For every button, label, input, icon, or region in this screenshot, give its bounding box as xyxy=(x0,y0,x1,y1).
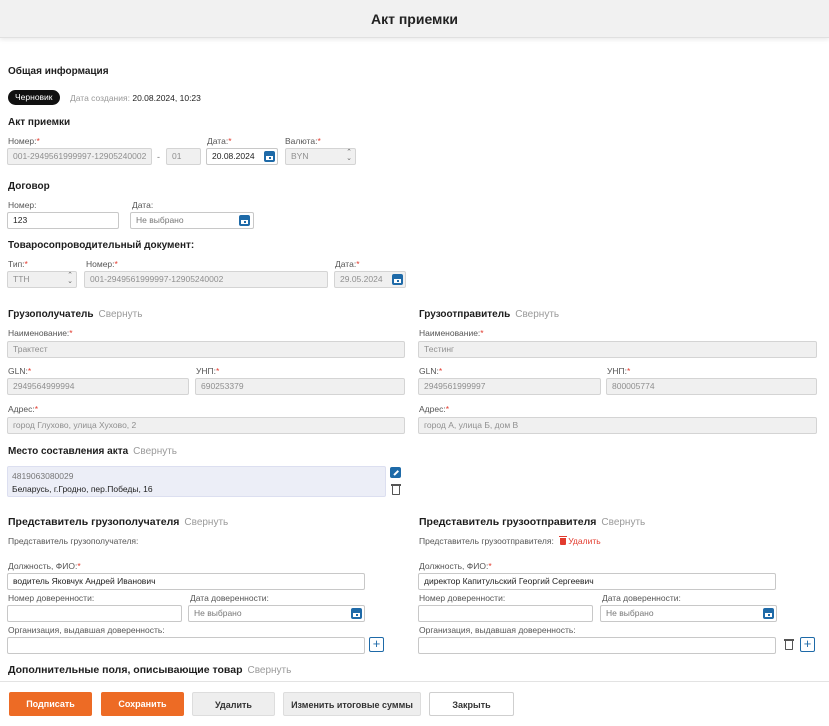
extra-fields-heading: Дополнительные поля, описывающие товар Св… xyxy=(8,664,292,676)
calendar-icon[interactable] xyxy=(763,608,774,619)
consignee-gln-label: GLN:* xyxy=(8,366,32,376)
consignee-collapse-link[interactable]: Свернуть xyxy=(99,309,143,320)
consignee-name-label: Наименование:* xyxy=(8,328,73,338)
place-code: 4819063080029 xyxy=(12,471,74,481)
consignor-collapse-link[interactable]: Свернуть xyxy=(515,309,559,320)
consignee-address-label: Адрес:* xyxy=(8,404,39,414)
calendar-icon[interactable] xyxy=(264,151,275,162)
general-info-heading: Общая информация xyxy=(8,66,109,77)
extra-fields-collapse-link[interactable]: Свернуть xyxy=(247,665,291,676)
consignor-name-label: Наименование:* xyxy=(419,328,484,338)
save-button[interactable]: Сохранить xyxy=(101,692,184,716)
rep-consignor-poa-number-input[interactable] xyxy=(418,605,593,622)
consignee-name-input[interactable]: Трактест xyxy=(7,341,405,358)
contract-date-label: Дата: xyxy=(132,200,154,210)
rep-consignee-poa-date-input[interactable]: Не выбрано xyxy=(188,605,365,622)
rep-consignee-position-input[interactable]: водитель Яковчук Андрей Иванович xyxy=(7,573,365,590)
rep-consignor-position-label: Должность, ФИО:* xyxy=(419,561,492,571)
ttn-heading: Товаросопроводительный документ: xyxy=(8,240,195,251)
consignor-name-input[interactable]: Тестинг xyxy=(418,341,817,358)
act-number-separator: - xyxy=(157,152,160,162)
consignee-unp-label: УНП:* xyxy=(196,366,220,376)
consignor-address-label: Адрес:* xyxy=(419,404,450,414)
consignor-gln-label: GLN:* xyxy=(419,366,443,376)
consignor-unp-input[interactable]: 800005774 xyxy=(606,378,817,395)
ttn-number-input[interactable]: 001-2949561999997-12905240002 xyxy=(84,271,328,288)
rep-consignee-org-input[interactable] xyxy=(7,637,365,654)
act-heading: Акт приемки xyxy=(8,117,71,128)
status-badge: Черновик xyxy=(8,90,60,105)
place-collapse-link[interactable]: Свернуть xyxy=(133,446,177,457)
created-date: Дата создания: 20.08.2024, 10:23 xyxy=(70,93,201,103)
consignor-address-input[interactable]: город А, улица Б, дом В xyxy=(418,417,817,434)
rep-consignor-org-label: Организация, выдавшая доверенность: xyxy=(419,625,576,635)
select-arrows-icon: ⌃ ⌄ xyxy=(346,149,352,162)
created-date-label: Дата создания: xyxy=(70,93,130,103)
act-number-label: Номер:* xyxy=(8,136,40,146)
edit-icon[interactable] xyxy=(390,467,401,478)
rep-consignee-collapse-link[interactable]: Свернуть xyxy=(184,517,228,528)
currency-label: Валюта:* xyxy=(285,136,321,146)
contract-number-label: Номер: xyxy=(8,200,37,210)
rep-consignor-collapse-link[interactable]: Свернуть xyxy=(601,517,645,528)
delete-button[interactable]: Удалить xyxy=(192,692,275,716)
rep-consignee-heading: Представитель грузополучателя Свернуть xyxy=(8,516,229,528)
trash-icon[interactable] xyxy=(391,484,401,495)
rep-consignee-position-label: Должность, ФИО:* xyxy=(8,561,81,571)
rep-consignee-subtitle: Представитель грузополучателя: xyxy=(8,536,139,546)
consignor-unp-label: УНП:* xyxy=(607,366,631,376)
ttn-number-label: Номер:* xyxy=(86,259,118,269)
act-number-suffix-input[interactable]: 01 xyxy=(166,148,201,165)
consignor-gln-input[interactable]: 2949561999997 xyxy=(418,378,601,395)
sign-button[interactable]: Подписать xyxy=(9,692,92,716)
consignee-gln-input[interactable]: 2949564999994 xyxy=(7,378,189,395)
change-totals-button[interactable]: Изменить итоговые суммы xyxy=(283,692,421,716)
place-card: 4819063080029 Беларусь, г.Гродно, пер.По… xyxy=(7,466,386,497)
calendar-icon[interactable] xyxy=(392,274,403,285)
rep-consignor-poa-date-input[interactable]: Не выбрано xyxy=(600,605,777,622)
select-arrows-icon: ⌃ ⌄ xyxy=(67,272,73,285)
trash-icon xyxy=(559,536,568,545)
rep-consignor-subtitle: Представитель грузоотправителя: Удалить xyxy=(419,536,601,546)
created-date-value: 20.08.2024, 10:23 xyxy=(132,93,201,103)
place-address: Беларусь, г.Гродно, пер.Победы, 16 xyxy=(12,484,153,494)
ttn-date-label: Дата:* xyxy=(335,259,360,269)
consignee-heading: Грузополучатель Свернуть xyxy=(8,309,143,320)
calendar-icon[interactable] xyxy=(239,215,250,226)
consignee-address-input[interactable]: город Глухово, улица Хухово, 2 xyxy=(7,417,405,434)
act-number-input[interactable]: 001-2949561999997-12905240002 xyxy=(7,148,152,165)
rep-consignor-delete-link[interactable]: Удалить xyxy=(559,536,601,546)
consignee-unp-input[interactable]: 690253379 xyxy=(195,378,405,395)
rep-consignor-org-input[interactable] xyxy=(418,637,776,654)
consignor-heading: Грузоотправитель Свернуть xyxy=(419,309,560,320)
rep-consignee-poa-date-label: Дата доверенности: xyxy=(190,593,269,603)
rep-consignor-poa-date-label: Дата доверенности: xyxy=(602,593,681,603)
rep-consignor-position-input[interactable]: директор Капитульский Георгий Сергеевич xyxy=(418,573,776,590)
close-button[interactable]: Закрыть xyxy=(429,692,514,716)
rep-consignee-org-label: Организация, выдавшая доверенность: xyxy=(8,625,165,635)
trash-icon[interactable] xyxy=(784,639,794,650)
add-organization-button[interactable]: + xyxy=(369,637,384,652)
rep-consignee-poa-number-label: Номер доверенности: xyxy=(8,593,95,603)
contract-number-input[interactable]: 123 xyxy=(7,212,119,229)
place-heading: Место составления акта Свернуть xyxy=(8,446,178,457)
ttn-type-label: Тип:* xyxy=(8,259,28,269)
rep-consignor-poa-number-label: Номер доверенности: xyxy=(419,593,506,603)
contract-date-input[interactable]: Не выбрано xyxy=(130,212,254,229)
add-organization-button[interactable]: + xyxy=(800,637,815,652)
act-date-label: Дата:* xyxy=(207,136,232,146)
contract-heading: Договор xyxy=(8,181,50,192)
rep-consignor-heading: Представитель грузоотправителя Свернуть xyxy=(419,516,646,528)
calendar-icon[interactable] xyxy=(351,608,362,619)
rep-consignee-poa-number-input[interactable] xyxy=(7,605,182,622)
page-title: Акт приемки xyxy=(370,11,459,27)
page-header: Акт приемки xyxy=(0,0,829,38)
